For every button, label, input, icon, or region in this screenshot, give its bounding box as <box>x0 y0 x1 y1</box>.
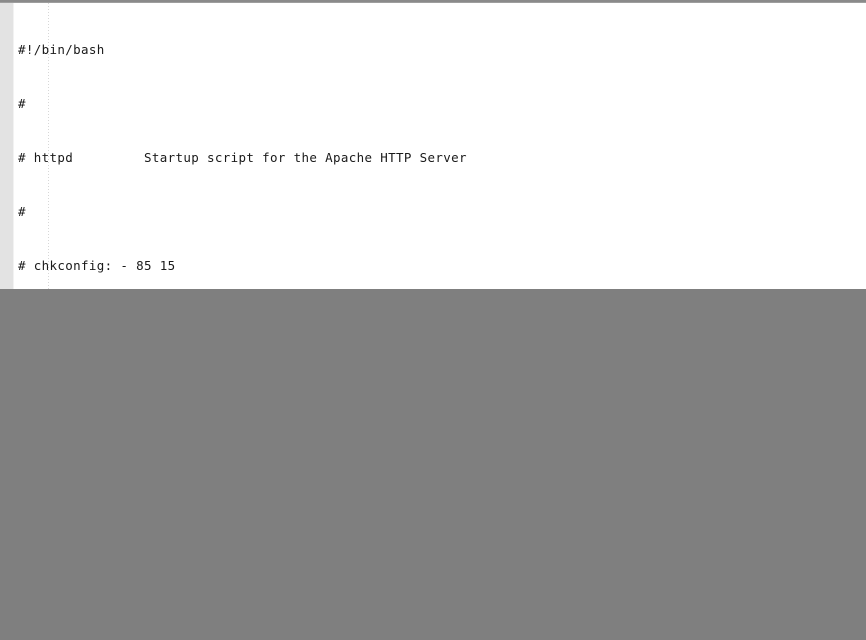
screen: #!/bin/bash # # httpd Startup script for… <box>0 0 866 640</box>
code-line: # <box>18 96 26 111</box>
code-text[interactable]: #!/bin/bash # # httpd Startup script for… <box>14 3 866 289</box>
unrendered-screen-area <box>0 289 866 640</box>
code-line: # <box>18 204 26 219</box>
editor-gutter <box>0 3 14 289</box>
code-line: # httpd Startup script for the Apache HT… <box>18 150 467 165</box>
editor-viewport[interactable]: #!/bin/bash # # httpd Startup script for… <box>0 3 866 289</box>
code-line: # chkconfig: - 85 15 <box>18 258 176 273</box>
code-line: #!/bin/bash <box>18 42 105 57</box>
